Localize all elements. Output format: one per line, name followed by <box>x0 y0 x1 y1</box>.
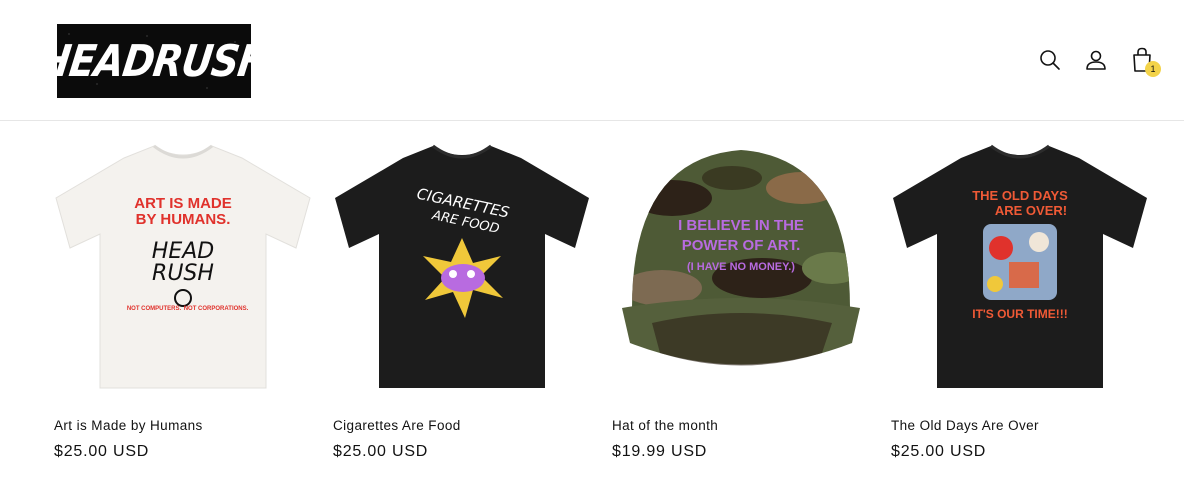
product-image-tshirt-black[interactable]: THE OLD DAYS ARE OVER! IT'S OUR TIME!!! <box>891 138 1149 394</box>
product-card[interactable]: THE OLD DAYS ARE OVER! IT'S OUR TIME!!! … <box>891 138 1149 460</box>
print-text-line3: (I HAVE NO MONEY.) <box>687 261 795 273</box>
product-title[interactable]: Hat of the month <box>612 418 718 433</box>
header-icon-group: 1 <box>1038 44 1161 77</box>
product-price: $25.00 USD <box>891 443 987 460</box>
print-text-top2: BY HUMANS. <box>136 211 231 228</box>
product-card[interactable]: ART IS MADE BY HUMANS. HEAD RUSH NOT COM… <box>54 138 312 460</box>
print-text-bottom-right: NOT CORPORATIONS. <box>184 306 249 312</box>
character-graphic <box>441 264 485 292</box>
cart-icon[interactable]: 1 <box>1130 46 1161 77</box>
print-text-bottom: IT'S OUR TIME!!! <box>972 307 1068 321</box>
product-grid: ART IS MADE BY HUMANS. HEAD RUSH NOT COM… <box>54 138 1154 478</box>
print-text-top: ART IS MADE <box>134 195 232 212</box>
product-title[interactable]: Cigarettes Are Food <box>333 418 461 433</box>
print-text-bottom-left: NOT COMPUTERS. <box>127 306 182 312</box>
cart-count-badge: 1 <box>1145 61 1161 77</box>
print-text-line2: POWER OF ART. <box>682 237 801 254</box>
product-card[interactable]: I BELIEVE IN THE POWER OF ART. (I HAVE N… <box>612 138 870 460</box>
product-price: $25.00 USD <box>54 443 150 460</box>
product-image-tshirt-white[interactable]: ART IS MADE BY HUMANS. HEAD RUSH NOT COM… <box>54 138 312 394</box>
account-icon[interactable] <box>1084 46 1108 74</box>
product-price: $25.00 USD <box>333 443 429 460</box>
print-text-line1: I BELIEVE IN THE <box>678 217 804 234</box>
product-card[interactable]: CIGARETTES ARE FOOD Cigarettes Are Food … <box>333 138 591 460</box>
print-text-top: THE OLD DAYS <box>972 188 1068 203</box>
product-image-camo-hat[interactable]: I BELIEVE IN THE POWER OF ART. (I HAVE N… <box>612 138 870 394</box>
print-graffiti-2: RUSH <box>152 261 214 286</box>
product-price: $19.99 USD <box>612 443 708 460</box>
site-header: HEADRUSH 1 <box>0 0 1184 121</box>
product-image-tshirt-black[interactable]: CIGARETTES ARE FOOD <box>333 138 591 394</box>
product-title[interactable]: The Old Days Are Over <box>891 418 1039 433</box>
product-title[interactable]: Art is Made by Humans <box>54 418 203 433</box>
search-icon[interactable] <box>1038 46 1062 74</box>
print-text-top2: ARE OVER! <box>995 203 1067 218</box>
logo-wordmark: HEADRUSH <box>57 35 251 87</box>
headrush-logo[interactable]: HEADRUSH <box>57 24 251 98</box>
